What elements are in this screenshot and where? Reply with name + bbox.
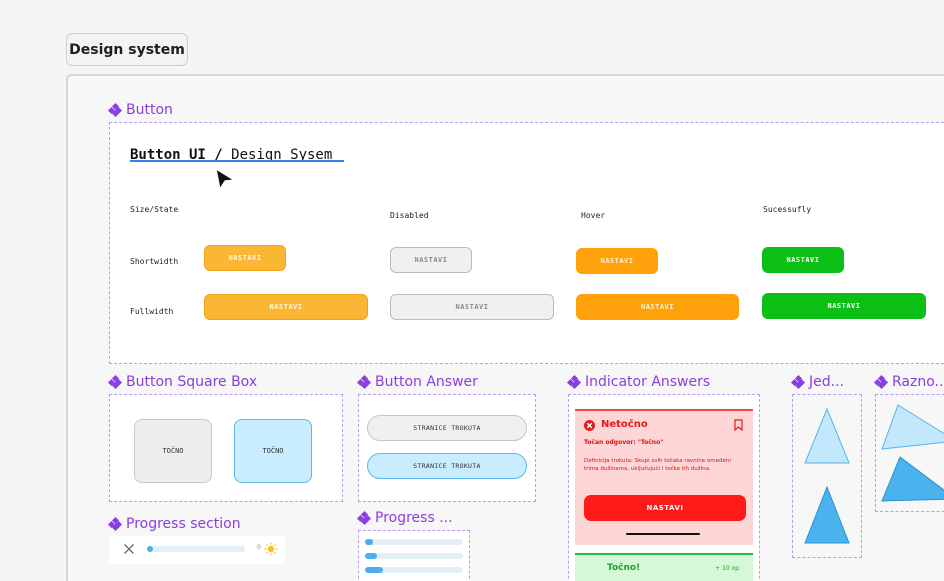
button-full-hover[interactable]: NASTAVI (576, 294, 739, 320)
component-icon (107, 516, 123, 532)
component-icon (566, 374, 582, 390)
section-label-razno[interactable]: Razno... (873, 374, 944, 390)
component-icon (790, 374, 806, 390)
indicator-correct: Točno! + 10 xp (575, 553, 753, 581)
progress-track (365, 553, 463, 559)
section-label-answer[interactable]: Button Answer (356, 374, 478, 390)
xp-reward: + 10 xp (715, 565, 739, 572)
close-icon[interactable] (123, 543, 135, 555)
section-label-text: Indicator Answers (585, 374, 711, 390)
col-header-success: Sucessufly (763, 205, 812, 214)
square-answer-default[interactable]: TOČNO (134, 419, 212, 483)
progress-fill (147, 546, 153, 552)
progress-fill (365, 539, 373, 545)
col-header-hover: Hover (581, 211, 606, 220)
button-short-disabled[interactable]: NASTAVI (390, 247, 472, 273)
answer-frame[interactable]: STRANICE TROKUTA STRANICE TROKUTA (358, 394, 536, 502)
answer-button-selected[interactable]: STRANICE TROKUTA (367, 453, 527, 479)
row-label-shortwidth: Shortwidth (130, 257, 179, 266)
streak-count: 0 (257, 544, 261, 551)
indicator-frame[interactable]: Netočno Točan odgovor: "Točno" Definicij… (568, 394, 760, 581)
progress-frame[interactable] (358, 530, 470, 581)
progress-track (365, 539, 463, 545)
triangle-shapes-razno (881, 404, 944, 502)
progress-track (365, 567, 463, 573)
section-label-text: Button (126, 102, 173, 118)
section-label-text: Button Square Box (126, 374, 258, 390)
section-label-square-box[interactable]: Button Square Box (107, 374, 258, 390)
section-label-progress-section[interactable]: Progress section (107, 516, 241, 532)
section-label-text: Progress ... (375, 510, 453, 526)
button-short-default[interactable]: NASTAVI (204, 245, 286, 271)
section-label-text: Progress section (126, 516, 241, 532)
component-icon (107, 102, 123, 118)
component-icon (873, 374, 889, 390)
triangle-shapes (804, 407, 850, 544)
correct-title: Točno! (607, 563, 641, 573)
jed-frame[interactable] (792, 394, 862, 558)
button-full-success[interactable]: NASTAVI (762, 293, 926, 319)
indicator-wrong: Netočno Točan odgovor: "Točno" Definicij… (575, 409, 753, 545)
section-label-button[interactable]: Button (107, 102, 173, 118)
section-label-text: Jed... (809, 374, 844, 390)
button-short-success[interactable]: NASTAVI (762, 247, 844, 273)
section-label-indicator[interactable]: Indicator Answers (566, 374, 711, 390)
section-label-jed[interactable]: Jed... (790, 374, 844, 390)
section-label-text: Button Answer (375, 374, 478, 390)
button-full-disabled[interactable]: NASTAVI (390, 294, 554, 320)
page-tab-design-system[interactable]: Design system (66, 33, 188, 66)
wrong-title: Netočno (601, 419, 648, 430)
home-indicator (626, 533, 700, 535)
section-label-progress[interactable]: Progress ... (356, 510, 453, 526)
square-answer-selected[interactable]: TOČNO (234, 419, 312, 483)
correct-answer-text: Točan odgovor: "Točno" (584, 439, 664, 446)
component-icon (356, 374, 372, 390)
component-icon (356, 510, 372, 526)
mouse-cursor-icon (215, 167, 236, 191)
button-short-hover[interactable]: NASTAVI (576, 248, 658, 274)
progress-fill (365, 567, 383, 573)
title-underline (130, 160, 344, 162)
answer-button-default[interactable]: STRANICE TROKUTA (367, 415, 527, 441)
progress-section-frame[interactable]: 0 (109, 536, 285, 564)
sun-icon (264, 542, 278, 556)
component-icon (107, 374, 123, 390)
col-header-size-state: Size/State (130, 205, 179, 214)
progress-fill (365, 553, 377, 559)
row-label-fullwidth: Fullwidth (130, 307, 174, 316)
error-icon (584, 420, 595, 431)
button-frame[interactable]: Button UI / Design Sysem Size/State Disa… (109, 122, 944, 364)
definition-text: Definicija trokuta: Skupi svih točaka ra… (584, 458, 731, 472)
section-label-text: Razno... (892, 374, 944, 390)
continue-button-wrong[interactable]: NASTAVI (584, 495, 746, 521)
design-canvas: Button Button UI / Design Sysem Size/Sta… (66, 74, 944, 581)
razno-frame[interactable] (875, 394, 944, 512)
progress-track (147, 546, 245, 552)
bookmark-icon[interactable] (734, 419, 743, 431)
button-full-default[interactable]: NASTAVI (204, 294, 368, 320)
col-header-disabled: Disabled (390, 211, 429, 220)
square-box-frame[interactable]: TOČNO TOČNO (109, 394, 343, 502)
